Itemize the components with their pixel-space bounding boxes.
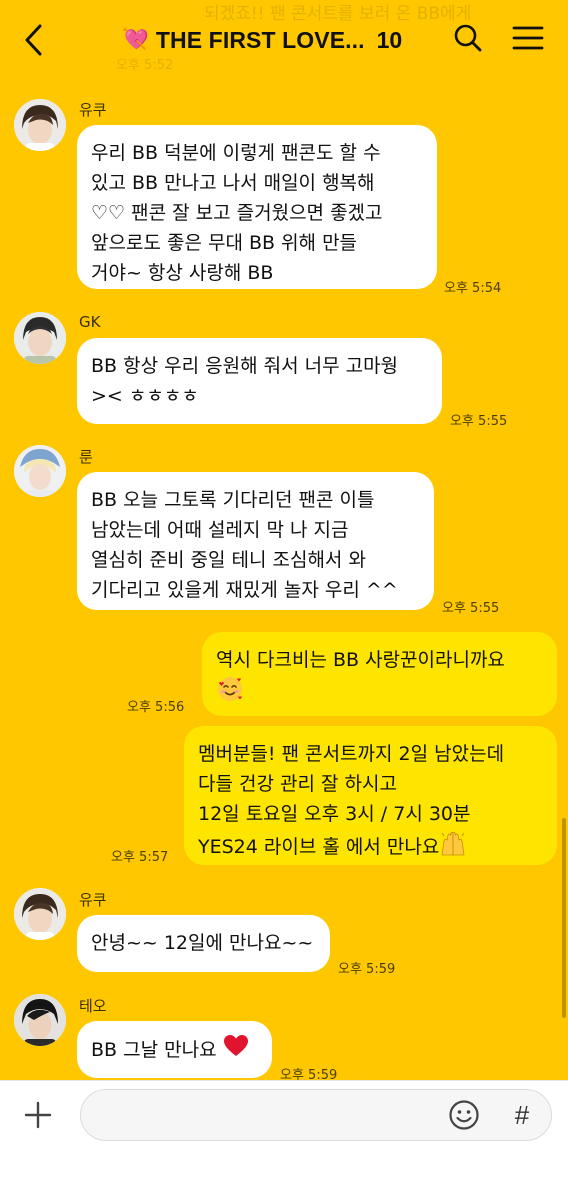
- menu-button[interactable]: [508, 20, 548, 56]
- avatar-yuku[interactable]: [14, 888, 66, 940]
- message-bubble[interactable]: 역시 다크비는 BB 사랑꾼이라니까요: [202, 632, 557, 716]
- message-time: 오후 5:54: [444, 281, 502, 296]
- message-bubble[interactable]: 안녕~~ 12일에 만나요~~: [77, 915, 330, 972]
- emoticon-button[interactable]: [446, 1097, 482, 1133]
- message-bubble[interactable]: BB 항상 우리 응원해 줘서 너무 고마웡 >< ㅎㅎㅎㅎ: [77, 338, 442, 424]
- sender-name: 테오: [79, 997, 107, 1015]
- message-bubble[interactable]: BB 오늘 그토록 기다리던 팬콘 이틀 남았는데 어때 설레지 막 나 지금 …: [77, 472, 434, 610]
- message-bubble[interactable]: 멤버분들! 팬 콘서트까지 2일 남았는데 다들 건강 관리 잘 하시고 12일…: [184, 726, 557, 865]
- profile-photo-icon: [14, 99, 66, 151]
- message-line: >< ㅎㅎㅎㅎ: [91, 385, 199, 407]
- message-line: 앞으로도 좋은 무대 BB 위해 만들: [91, 232, 358, 254]
- avatar-run[interactable]: [14, 445, 66, 497]
- hamburger-menu-icon: [512, 26, 544, 50]
- message-line: BB 오늘 그토록 기다리던 팬콘 이틀: [91, 489, 375, 511]
- message-bubble[interactable]: 우리 BB 덕분에 이렇게 팬콘도 할 수 있고 BB 만나고 나서 매일이 행…: [77, 125, 437, 289]
- profile-photo-icon: [14, 445, 66, 497]
- message-input-bar: #: [0, 1080, 568, 1201]
- member-count: 10: [376, 26, 403, 53]
- avatar-gk[interactable]: [14, 312, 66, 364]
- plus-icon: [24, 1101, 52, 1129]
- chat-room-name: THE FIRST LOVE...: [155, 26, 365, 53]
- message-time: 오후 5:55: [442, 601, 500, 616]
- message-line: 기다리고 있을게 재밌게 놀자 우리 ^^: [91, 579, 398, 601]
- message-time: 오후 5:56: [127, 700, 185, 715]
- sender-name: 유쿠: [79, 101, 107, 119]
- avatar-teo[interactable]: [14, 994, 66, 1046]
- chat-title[interactable]: 💘 THE FIRST LOVE... 10: [120, 22, 402, 58]
- message-line: 우리 BB 덕분에 이렇게 팬콘도 할 수: [91, 142, 381, 164]
- smiling-face-with-hearts-icon: [216, 675, 244, 712]
- message-line: ♡♡ 팬콘 잘 보고 즐거웠으면 좋겠고: [91, 202, 383, 224]
- raising-hands-icon: [439, 829, 467, 866]
- message-line: 열심히 준비 중일 테니 조심해서 와: [91, 549, 366, 571]
- message-line: 남았는데 어때 설레지 막 나 지금: [91, 519, 349, 541]
- message-line: 있고 BB 만나고 나서 매일이 행복해: [91, 172, 375, 194]
- message-line: 역시 다크비는 BB 사랑꾼이라니까요: [216, 649, 505, 671]
- hashtag-search-button[interactable]: #: [504, 1097, 540, 1133]
- back-button[interactable]: [16, 22, 52, 58]
- profile-photo-icon: [14, 994, 66, 1046]
- message-line: 안녕~~ 12일에 만나요~~: [91, 932, 314, 954]
- profile-photo-icon: [14, 312, 66, 364]
- message-line: 거야~ 항상 사랑해 BB: [91, 262, 274, 284]
- message-time: 오후 5:59: [338, 962, 396, 977]
- message-line: BB 항상 우리 응원해 줘서 너무 고마웡: [91, 355, 399, 377]
- sender-name: 유쿠: [79, 891, 107, 909]
- attach-button[interactable]: [20, 1097, 56, 1133]
- message-line: 멤버분들! 팬 콘서트까지 2일 남았는데: [198, 743, 505, 765]
- chat-header: 되겠죠!! 팬 콘서트를 보러 온 BB에게 오후 5:52 💘 THE FIR…: [0, 0, 568, 82]
- message-line: BB 그날 만나요: [91, 1039, 217, 1061]
- red-heart-icon: [223, 1034, 249, 1067]
- message-time: 오후 5:55: [450, 414, 508, 429]
- search-icon: [454, 24, 482, 52]
- message-line: 다들 건강 관리 잘 하시고: [198, 773, 397, 795]
- smile-icon: [449, 1100, 479, 1130]
- heart-arrow-icon: 💘: [120, 26, 150, 53]
- message-line-text: YES24 라이브 홀 에서 만나요: [198, 836, 440, 858]
- sender-name: 룬: [79, 448, 93, 466]
- message-line: 12일 토요일 오후 3시 / 7시 30분: [198, 803, 471, 825]
- chat-scrollbar[interactable]: [562, 818, 566, 1018]
- message-time: 오후 5:57: [111, 850, 169, 865]
- message-line: YES24 라이브 홀 에서 만나요: [198, 829, 543, 866]
- chevron-left-icon: [25, 24, 42, 56]
- profile-photo-icon: [14, 888, 66, 940]
- search-button[interactable]: [450, 20, 486, 56]
- message-bubble[interactable]: BB 그날 만나요: [77, 1021, 272, 1078]
- avatar-yuku[interactable]: [14, 99, 66, 151]
- sender-name: GK: [79, 313, 101, 331]
